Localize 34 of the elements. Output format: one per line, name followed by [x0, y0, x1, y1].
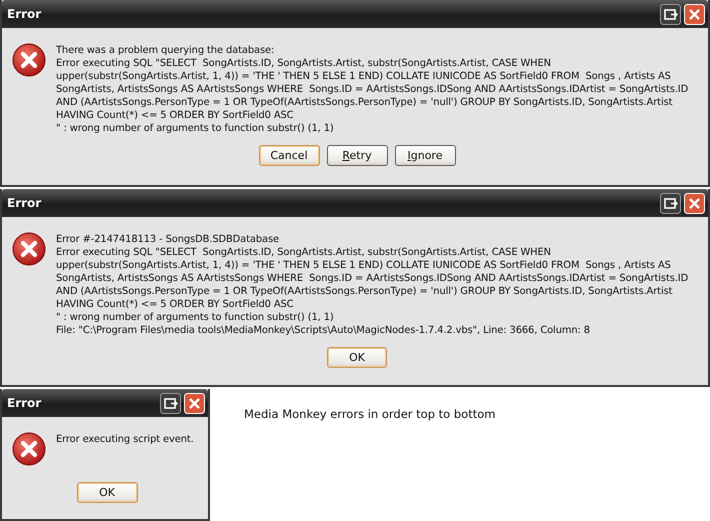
restore-icon[interactable] [660, 4, 681, 24]
message-line: HAVING Count(*) <= 5 ORDER BY SortField0 ASC [56, 109, 294, 122]
dialog-button[interactable]: Ignore [394, 145, 456, 166]
message-line: File: "C:\Program Files\media tools\MediaMonkey\Scripts\Auto\MagicNodes-1.7.4.2.vbs", Line: 3666, Column: 8 [56, 324, 591, 338]
message-line: upper(substr(SongArtists.Artist, 1, 4)) = 'THE ' THEN 5 ELSE 1 END) COLLATE IUNICODE AS SortField0 FROM Songs , Artists AS [56, 70, 672, 83]
restore-icon[interactable] [660, 192, 681, 214]
dialog-button[interactable]: OK [327, 347, 387, 368]
message-line: HAVING Count(*) <= 5 ORDER BY SortField0 ASC [56, 298, 294, 312]
window-title: Error [7, 396, 42, 410]
error-icon [12, 232, 46, 266]
message-line: Error executing script event. [56, 433, 194, 446]
message-line: Error executing SQL "SELECT SongArtists.ID, SongArtists.Artist, substr(SongArtists.Artist, CASE WHEN [56, 57, 552, 70]
dialog-button[interactable]: Cancel [258, 145, 320, 166]
message-line: Error executing SQL "SELECT SongArtists.ID, SongArtists.Artist, substr(SongArtists.Artist, CASE WHEN [56, 246, 552, 260]
message-line: There was a problem querying the database: [56, 44, 276, 57]
close-icon[interactable] [684, 192, 705, 214]
window-title: Error [7, 7, 42, 21]
dialog-button[interactable]: OK [76, 482, 138, 503]
window-title: Error [7, 196, 42, 210]
dialog-button[interactable]: Retry [326, 145, 388, 166]
message-line: SongArtists, ArtistsSongs AS AArtistsSongs WHERE Songs.ID = AArtistsSongs.IDSong AND AArtistsSongs.IDArtist = SongArtists.ID [56, 83, 688, 96]
message-line: " : wrong number of arguments to function substr() (1, 1) [56, 311, 335, 324]
close-icon[interactable] [684, 4, 705, 24]
message-line: AND (AArtistsSongs.PersonType = 1 OR TypeOf(AArtistsSongs.PersonType) = 'null') GROUP BY SongArtists.ID, SongArtists.Artist [56, 285, 674, 298]
message-line: upper(substr(SongArtists.Artist, 1, 4)) = 'THE ' THEN 5 ELSE 1 END) COLLATE IUNICODE AS SortField0 FROM Songs , Artists AS [56, 259, 672, 272]
close-icon[interactable] [184, 392, 205, 414]
error-icon [12, 432, 46, 466]
message-line: " : wrong number of arguments to function substr() (1, 1) [56, 122, 335, 135]
message-line: AND (AArtistsSongs.PersonType = 1 OR TypeOf(AArtistsSongs.PersonType) = 'null') GROUP BY SongArtists.ID, SongArtists.Artist [56, 96, 674, 109]
restore-icon[interactable] [160, 392, 181, 414]
message-line: Error #-2147418113 - SongsDB.SDBDatabase [56, 233, 280, 246]
message-line: SongArtists, ArtistsSongs AS AArtistsSongs WHERE Songs.ID = AArtistsSongs.IDSong AND AArtistsSongs.IDArtist = SongArtists.ID [56, 272, 688, 286]
caption-text: Media Monkey errors in order top to bottom [244, 407, 496, 423]
error-icon [12, 43, 46, 77]
